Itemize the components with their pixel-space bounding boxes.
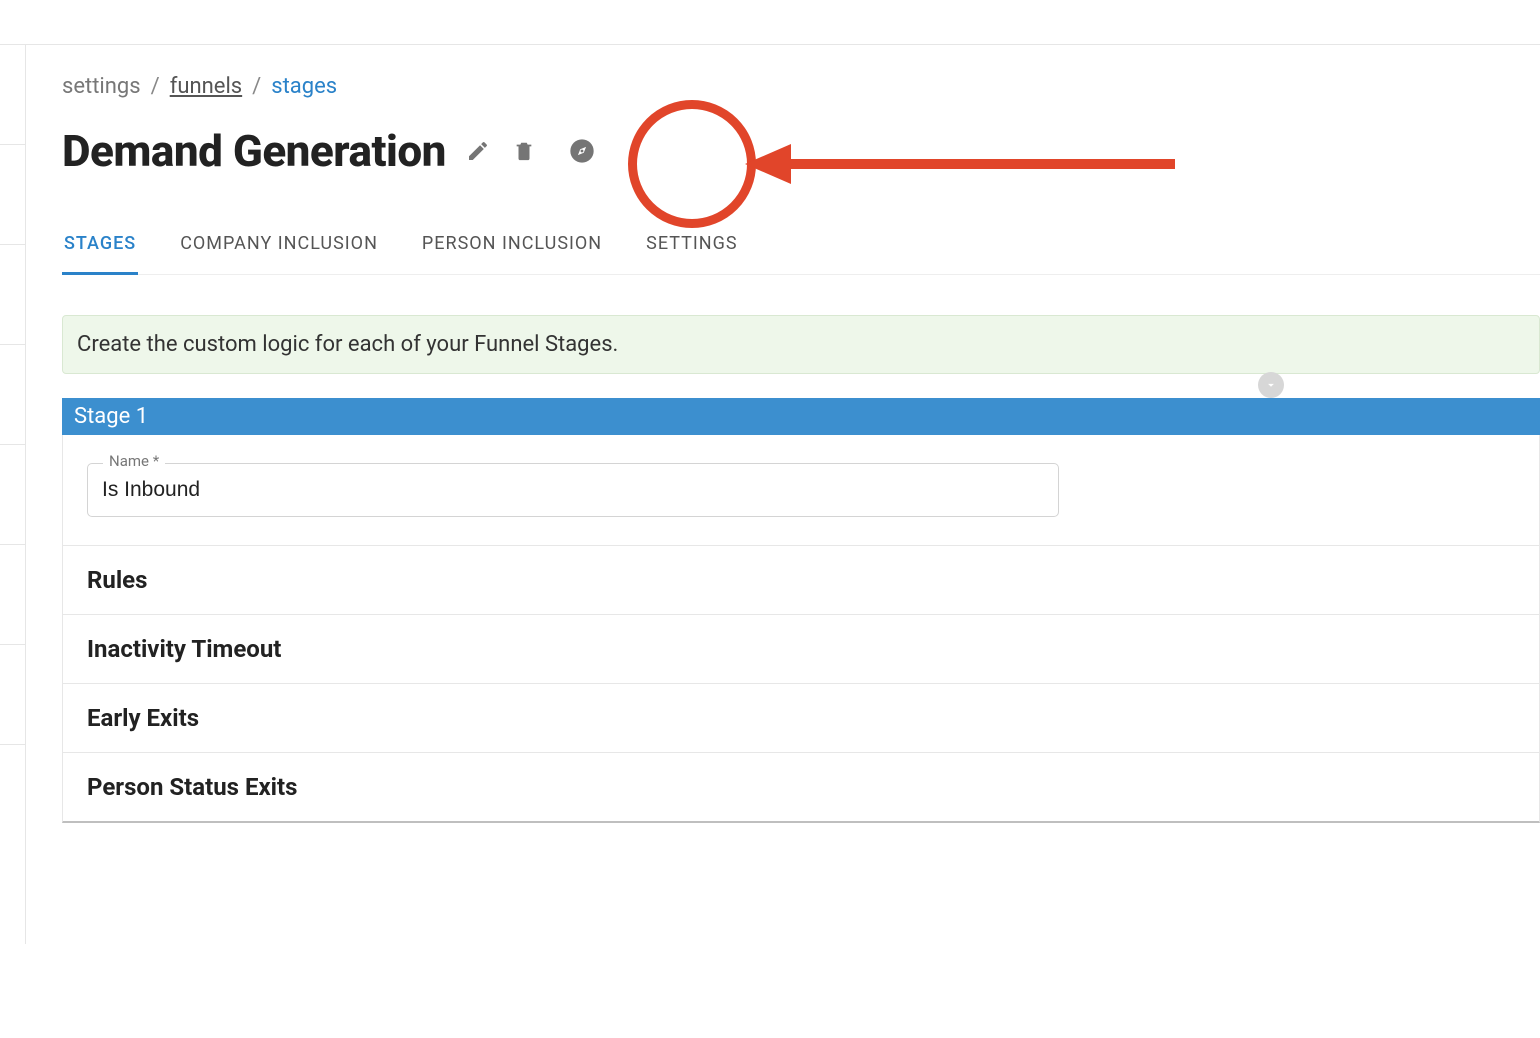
breadcrumb-stages[interactable]: stages (271, 74, 337, 99)
tab-stages[interactable]: STAGES (62, 223, 138, 275)
section-person-status-exits[interactable]: Person Status Exits (62, 753, 1540, 823)
collapse-toggle[interactable] (1258, 372, 1284, 398)
name-field-label: Name * (103, 452, 165, 470)
info-banner-text: Create the custom logic for each of your… (77, 332, 618, 357)
tab-person-inclusion[interactable]: PERSON INCLUSION (420, 223, 604, 274)
section-early-exits[interactable]: Early Exits (62, 684, 1540, 753)
section-inactivity-timeout[interactable]: Inactivity Timeout (62, 615, 1540, 684)
page-title: Demand Generation (62, 125, 446, 177)
stage-header-label: Stage 1 (74, 404, 148, 429)
section-title: Early Exits (87, 704, 199, 732)
stage-body: Name * (62, 435, 1540, 546)
tab-settings[interactable]: SETTINGS (644, 223, 739, 274)
breadcrumb-separator: / (151, 74, 160, 99)
compass-icon[interactable] (568, 137, 596, 165)
section-rules[interactable]: Rules (62, 546, 1540, 615)
edit-icon[interactable] (464, 137, 492, 165)
section-title: Inactivity Timeout (87, 635, 281, 663)
tab-company-inclusion[interactable]: COMPANY INCLUSION (178, 223, 380, 274)
info-banner: Create the custom logic for each of your… (62, 315, 1540, 374)
top-border (26, 44, 1540, 45)
breadcrumb-funnels[interactable]: funnels (170, 74, 242, 99)
breadcrumb: settings / funnels / stages (62, 74, 1540, 99)
section-title: Rules (87, 566, 147, 594)
name-field-wrap: Name * (87, 463, 1515, 517)
stage-header: Stage 1 (62, 398, 1540, 435)
sidebar-edge (0, 44, 26, 944)
tabs: STAGES COMPANY INCLUSION PERSON INCLUSIO… (62, 223, 1540, 275)
delete-icon[interactable] (510, 137, 538, 165)
section-title: Person Status Exits (87, 773, 297, 801)
breadcrumb-settings[interactable]: settings (62, 74, 141, 99)
breadcrumb-separator: / (252, 74, 261, 99)
title-row: Demand Generation (62, 125, 1540, 177)
name-input[interactable] (87, 463, 1059, 517)
